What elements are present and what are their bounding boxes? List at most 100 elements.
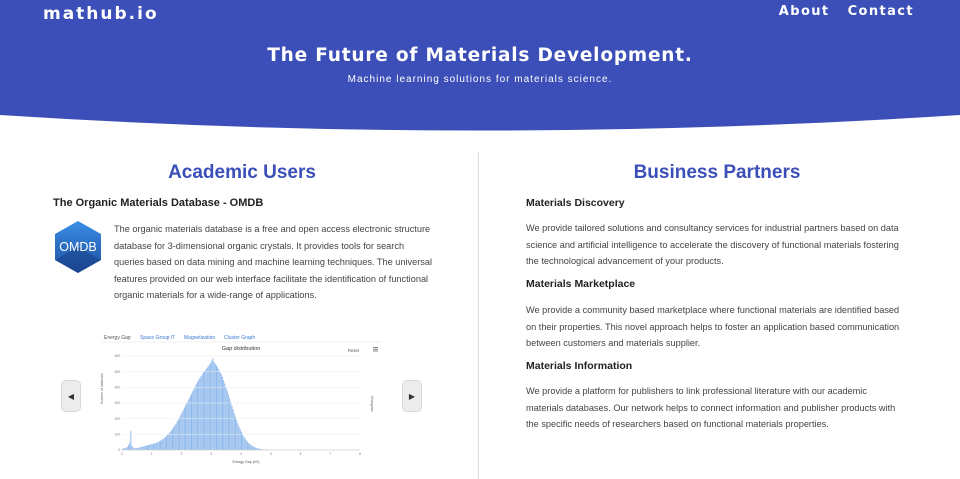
chart-bar[interactable] <box>166 435 168 450</box>
chart-bar[interactable] <box>236 420 238 450</box>
chart-bar[interactable] <box>217 367 219 450</box>
chart-bar[interactable] <box>163 438 165 450</box>
chart-bar[interactable] <box>160 440 162 450</box>
chart-bar[interactable] <box>187 400 189 450</box>
chart-bar[interactable] <box>152 443 154 450</box>
chart-bar[interactable] <box>242 434 244 450</box>
chart-bar[interactable] <box>201 374 203 450</box>
chart-bar[interactable] <box>213 362 215 450</box>
chart-bar[interactable] <box>229 398 231 450</box>
chart-bar[interactable] <box>141 446 143 450</box>
chart-bar[interactable] <box>149 444 151 450</box>
chart-bar[interactable] <box>168 433 170 450</box>
chart-bar[interactable] <box>199 377 201 450</box>
chart-bar[interactable] <box>194 386 196 450</box>
chart-bar[interactable] <box>251 445 253 450</box>
chart-bar[interactable] <box>180 414 182 450</box>
chart-bar[interactable] <box>224 383 226 450</box>
chart-bar[interactable] <box>195 384 197 450</box>
chart-bar[interactable] <box>202 372 204 450</box>
chart-bar[interactable] <box>167 434 169 450</box>
chart-bar[interactable] <box>171 428 173 450</box>
chart-bar[interactable] <box>211 360 213 450</box>
chart-bar[interactable] <box>216 365 217 450</box>
chart-bar[interactable] <box>241 431 242 450</box>
chart-bar[interactable] <box>127 445 129 450</box>
chart-bar[interactable] <box>144 445 146 450</box>
chart-bar[interactable] <box>183 407 185 450</box>
chart-bar[interactable] <box>188 398 190 450</box>
chart-bar[interactable] <box>124 448 126 450</box>
chart-bar[interactable] <box>181 412 183 450</box>
chart-bar[interactable] <box>221 376 223 450</box>
chart-bar[interactable] <box>173 427 175 450</box>
chart-bar[interactable] <box>148 444 150 450</box>
chart-bar[interactable] <box>175 423 177 450</box>
chart-bar[interactable] <box>223 380 225 450</box>
chart-bar[interactable] <box>138 447 140 450</box>
chart-reset-button[interactable]: Reset <box>348 348 360 353</box>
chart-bar[interactable] <box>174 425 176 450</box>
chart-bar[interactable] <box>133 448 135 450</box>
chart-bar[interactable] <box>244 438 246 450</box>
chart-bar[interactable] <box>142 446 144 450</box>
chart-bar[interactable] <box>189 395 191 450</box>
chart-bar[interactable] <box>204 370 206 450</box>
chart-bar[interactable] <box>176 421 178 450</box>
chart-bar[interactable] <box>125 447 127 450</box>
chart-bar[interactable] <box>145 445 147 450</box>
chart-bar[interactable] <box>156 442 158 450</box>
chart-bar[interactable] <box>220 374 222 450</box>
chart-bar[interactable] <box>243 436 245 450</box>
brand-logo[interactable]: mathub.io <box>43 4 159 24</box>
chart-bar[interactable] <box>248 442 250 450</box>
chart-bar[interactable] <box>185 405 187 450</box>
chart-bar[interactable] <box>192 391 194 450</box>
chart-bar[interactable] <box>235 416 237 450</box>
chart-bar[interactable] <box>237 423 239 450</box>
chart-bar[interactable] <box>246 441 248 450</box>
chart-bar[interactable] <box>162 439 164 450</box>
chart-bar[interactable] <box>191 393 193 450</box>
chart-bar[interactable] <box>207 366 209 450</box>
chart-bar[interactable] <box>255 447 257 450</box>
nav-contact-link[interactable]: Contact <box>848 4 914 19</box>
chart-bar[interactable] <box>186 403 188 450</box>
chart-bar[interactable] <box>206 367 208 450</box>
chart-tab-energy-gap[interactable]: Energy Gap <box>104 335 131 341</box>
chart-bar[interactable] <box>157 441 159 450</box>
chart-bar[interactable] <box>126 446 128 450</box>
chart-bar[interactable] <box>226 390 228 450</box>
chart-bar[interactable] <box>179 417 181 450</box>
chart-bar[interactable] <box>250 444 252 450</box>
chart-bar[interactable] <box>230 402 232 450</box>
chart-bar[interactable] <box>130 431 132 450</box>
carousel-next-button[interactable]: ▶ <box>402 380 422 412</box>
chart-bar[interactable] <box>136 448 138 450</box>
chart-bar[interactable] <box>150 444 152 450</box>
carousel-prev-button[interactable]: ◀ <box>61 380 81 412</box>
chart-bar[interactable] <box>137 447 139 450</box>
chart-bar[interactable] <box>231 405 233 450</box>
nav-about-link[interactable]: About <box>779 4 830 19</box>
chart-bar[interactable] <box>146 445 148 450</box>
chart-bar[interactable] <box>139 447 141 450</box>
chart-bar[interactable] <box>193 388 195 450</box>
chart-bar[interactable] <box>208 364 210 450</box>
chart-bar[interactable] <box>132 447 134 450</box>
chart-bar[interactable] <box>219 371 221 450</box>
chart-bar[interactable] <box>164 437 166 450</box>
chart-tab-magnetization[interactable]: Magnetization <box>184 335 215 341</box>
chart-menu-icon[interactable] <box>373 347 378 352</box>
chart-bar[interactable] <box>210 363 212 450</box>
chart-bar[interactable] <box>218 369 220 450</box>
chart-bar[interactable] <box>182 410 184 450</box>
chart-bar[interactable] <box>245 440 247 450</box>
chart-tab-cluster-graph[interactable]: Cluster Graph <box>224 335 255 341</box>
chart-bar[interactable] <box>131 446 133 450</box>
chart-bar[interactable] <box>249 444 251 450</box>
chart-bar[interactable] <box>177 419 179 450</box>
chart-bar[interactable] <box>170 430 172 450</box>
chart-tab-space-group[interactable]: Space Group IT <box>140 335 175 341</box>
chart-bar[interactable] <box>161 439 163 450</box>
